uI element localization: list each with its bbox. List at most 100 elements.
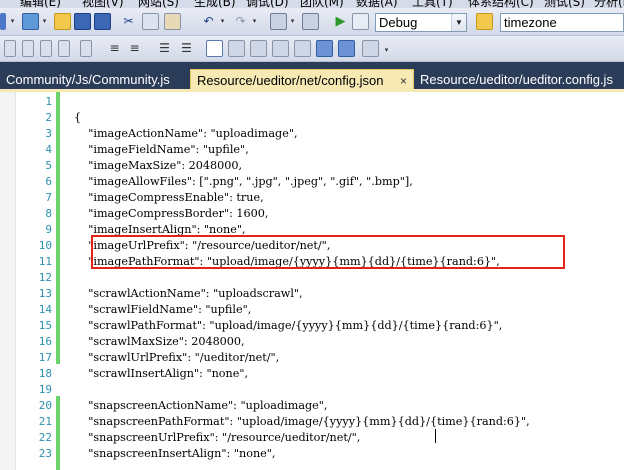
code-line[interactable]: "scrawlMaxSize": 2048000, bbox=[74, 334, 244, 350]
dropdown-arrow-icon[interactable]: ▾ bbox=[40, 13, 49, 30]
menu-debug[interactable]: 调试(D) bbox=[246, 0, 289, 8]
menu-edit[interactable]: 编辑(E) bbox=[20, 0, 61, 8]
standard-toolbar: ▾ ▾ ✂ ↶ ▾ ↷ ▾ ▾ ▶ Debug ▼ timezone bbox=[0, 8, 624, 36]
line-number: 17 bbox=[38, 351, 52, 364]
dropdown-arrow-icon[interactable]: ▾ bbox=[218, 13, 227, 30]
redo-icon[interactable]: ↷ bbox=[232, 13, 249, 30]
code-line[interactable]: "imageCompressEnable": true, bbox=[74, 190, 263, 206]
change-mark bbox=[56, 284, 60, 364]
line-number: 8 bbox=[45, 207, 52, 220]
navigate-icon[interactable] bbox=[302, 13, 319, 30]
tab-label: Resource/ueditor/net/config.json bbox=[197, 73, 384, 88]
next-bookmark-icon[interactable] bbox=[250, 40, 267, 57]
undo-icon[interactable]: ↶ bbox=[200, 13, 217, 30]
bookmark-icon[interactable] bbox=[80, 40, 92, 57]
line-number: 5 bbox=[45, 159, 52, 172]
comment-icon[interactable]: ☰ bbox=[156, 40, 173, 57]
menu-build[interactable]: 生成(B) bbox=[194, 0, 236, 8]
menu-website[interactable]: 网站(S) bbox=[138, 0, 179, 8]
outdent-icon[interactable]: ≡ bbox=[126, 40, 143, 57]
code-line[interactable]: "imageCompressBorder": 1600, bbox=[74, 206, 268, 222]
bookmark-toggle-icon[interactable] bbox=[206, 40, 223, 57]
code-line[interactable]: "scrawlPathFormat": "upload/image/{yyyy}… bbox=[74, 318, 502, 334]
add-item-icon[interactable] bbox=[22, 13, 39, 30]
find-icon[interactable] bbox=[476, 13, 493, 30]
indent-icon[interactable]: ≡ bbox=[106, 40, 123, 57]
menu-analyze[interactable]: 分析(N) bbox=[594, 0, 624, 8]
text-editor-toolbar: ≡ ≡ ☰ ☰ ▾ bbox=[0, 36, 624, 62]
toolbar-options-icon[interactable]: ▾ bbox=[382, 42, 391, 59]
navigate-icon[interactable] bbox=[270, 13, 287, 30]
code-line[interactable]: "imageAllowFiles": [".png", ".jpg", ".jp… bbox=[74, 174, 413, 190]
line-number: 19 bbox=[38, 383, 52, 396]
dropdown-arrow-icon[interactable]: ▾ bbox=[288, 13, 297, 30]
paste-icon[interactable] bbox=[164, 13, 181, 30]
menu-tools[interactable]: 工具(T) bbox=[412, 0, 453, 8]
line-number: 9 bbox=[45, 223, 52, 236]
code-line[interactable]: "scrawlActionName": "uploadscrawl", bbox=[74, 286, 302, 302]
menu-data[interactable]: 数据(A) bbox=[356, 0, 398, 8]
line-number: 10 bbox=[38, 239, 52, 252]
start-debug-icon[interactable]: ▶ bbox=[332, 13, 349, 30]
menu-view[interactable]: 视图(V) bbox=[82, 0, 124, 8]
code-line[interactable]: "snapscreenPathFormat": "upload/image/{y… bbox=[74, 414, 530, 430]
line-number: 16 bbox=[38, 335, 52, 348]
code-line[interactable]: "imageActionName": "uploadimage", bbox=[74, 126, 297, 142]
open-icon[interactable] bbox=[54, 13, 71, 30]
clear-bookmarks-icon[interactable] bbox=[362, 40, 379, 57]
solution-config-select[interactable]: Debug ▼ bbox=[375, 13, 467, 32]
line-number: 20 bbox=[38, 399, 52, 412]
save-all-icon[interactable] bbox=[94, 13, 111, 30]
code-line[interactable]: "scrawlUrlPrefix": "/ueditor/net/", bbox=[74, 350, 279, 366]
tab-label: Resource/ueditor/ueditor.config.js bbox=[420, 72, 613, 87]
prev-bookmark-folder-icon[interactable] bbox=[272, 40, 289, 57]
line-number: 11 bbox=[38, 255, 52, 268]
code-editor[interactable]: 1 2{3 "imageActionName": "uploadimage", 4 … bbox=[0, 92, 624, 470]
menu-test[interactable]: 测试(S) bbox=[544, 0, 585, 8]
code-line[interactable]: "imageMaxSize": 2048000, bbox=[74, 158, 242, 174]
menu-team[interactable]: 团队(M) bbox=[300, 0, 344, 8]
line-number: 15 bbox=[38, 319, 52, 332]
find-text: timezone bbox=[504, 15, 557, 30]
word-complete-icon[interactable] bbox=[58, 40, 70, 57]
code-line[interactable]: "snapscreenInsertAlign": "none", bbox=[74, 446, 275, 462]
menu-architecture[interactable]: 体系结构(C) bbox=[468, 0, 534, 8]
indicator-margin[interactable] bbox=[0, 92, 16, 470]
code-line[interactable]: "imageFieldName": "upfile", bbox=[74, 142, 249, 158]
debug-target-icon[interactable] bbox=[352, 13, 369, 30]
code-line[interactable]: { bbox=[74, 110, 81, 126]
find-combo[interactable]: timezone bbox=[500, 13, 624, 32]
line-number: 12 bbox=[38, 271, 52, 284]
parameter-info-icon[interactable] bbox=[22, 40, 34, 57]
chevron-down-icon[interactable]: ▼ bbox=[451, 14, 466, 31]
quick-info-icon[interactable] bbox=[40, 40, 52, 57]
menu-bar: 编辑(E) 视图(V) 网站(S) 生成(B) 调试(D) 团队(M) 数据(A… bbox=[0, 0, 624, 8]
code-line[interactable]: "scrawlInsertAlign": "none", bbox=[74, 366, 248, 382]
prev-bookmark-icon[interactable] bbox=[228, 40, 245, 57]
line-number: 7 bbox=[45, 191, 52, 204]
uncomment-icon[interactable]: ☰ bbox=[178, 40, 195, 57]
line-number: 2 bbox=[45, 111, 52, 124]
new-file-icon[interactable] bbox=[0, 13, 6, 30]
code-line[interactable]: "snapscreenActionName": "uploadimage", bbox=[74, 398, 327, 414]
dropdown-arrow-icon[interactable]: ▾ bbox=[250, 13, 259, 30]
line-number: 4 bbox=[45, 143, 52, 156]
line-number: 22 bbox=[38, 431, 52, 444]
copy-icon[interactable] bbox=[142, 13, 159, 30]
code-line[interactable]: "scrawlFieldName": "upfile", bbox=[74, 302, 251, 318]
code-line[interactable]: "snapscreenUrlPrefix": "/resource/uedito… bbox=[74, 430, 360, 446]
member-list-icon[interactable] bbox=[4, 40, 16, 57]
save-icon[interactable] bbox=[74, 13, 91, 30]
next-bookmark-folder-icon[interactable] bbox=[294, 40, 311, 57]
document-tab-strip: Community/Js/Community.js Resource/uedit… bbox=[0, 62, 624, 92]
dropdown-arrow-icon[interactable]: ▾ bbox=[8, 13, 17, 30]
line-number: 18 bbox=[38, 367, 52, 380]
cut-icon[interactable]: ✂ bbox=[120, 13, 137, 30]
line-number: 14 bbox=[38, 303, 52, 316]
line-number: 21 bbox=[38, 415, 52, 428]
prev-doc-bookmark-icon[interactable] bbox=[316, 40, 333, 57]
next-doc-bookmark-icon[interactable] bbox=[338, 40, 355, 57]
text-caret bbox=[435, 429, 436, 443]
change-mark bbox=[56, 396, 60, 470]
line-number: 3 bbox=[45, 127, 52, 140]
